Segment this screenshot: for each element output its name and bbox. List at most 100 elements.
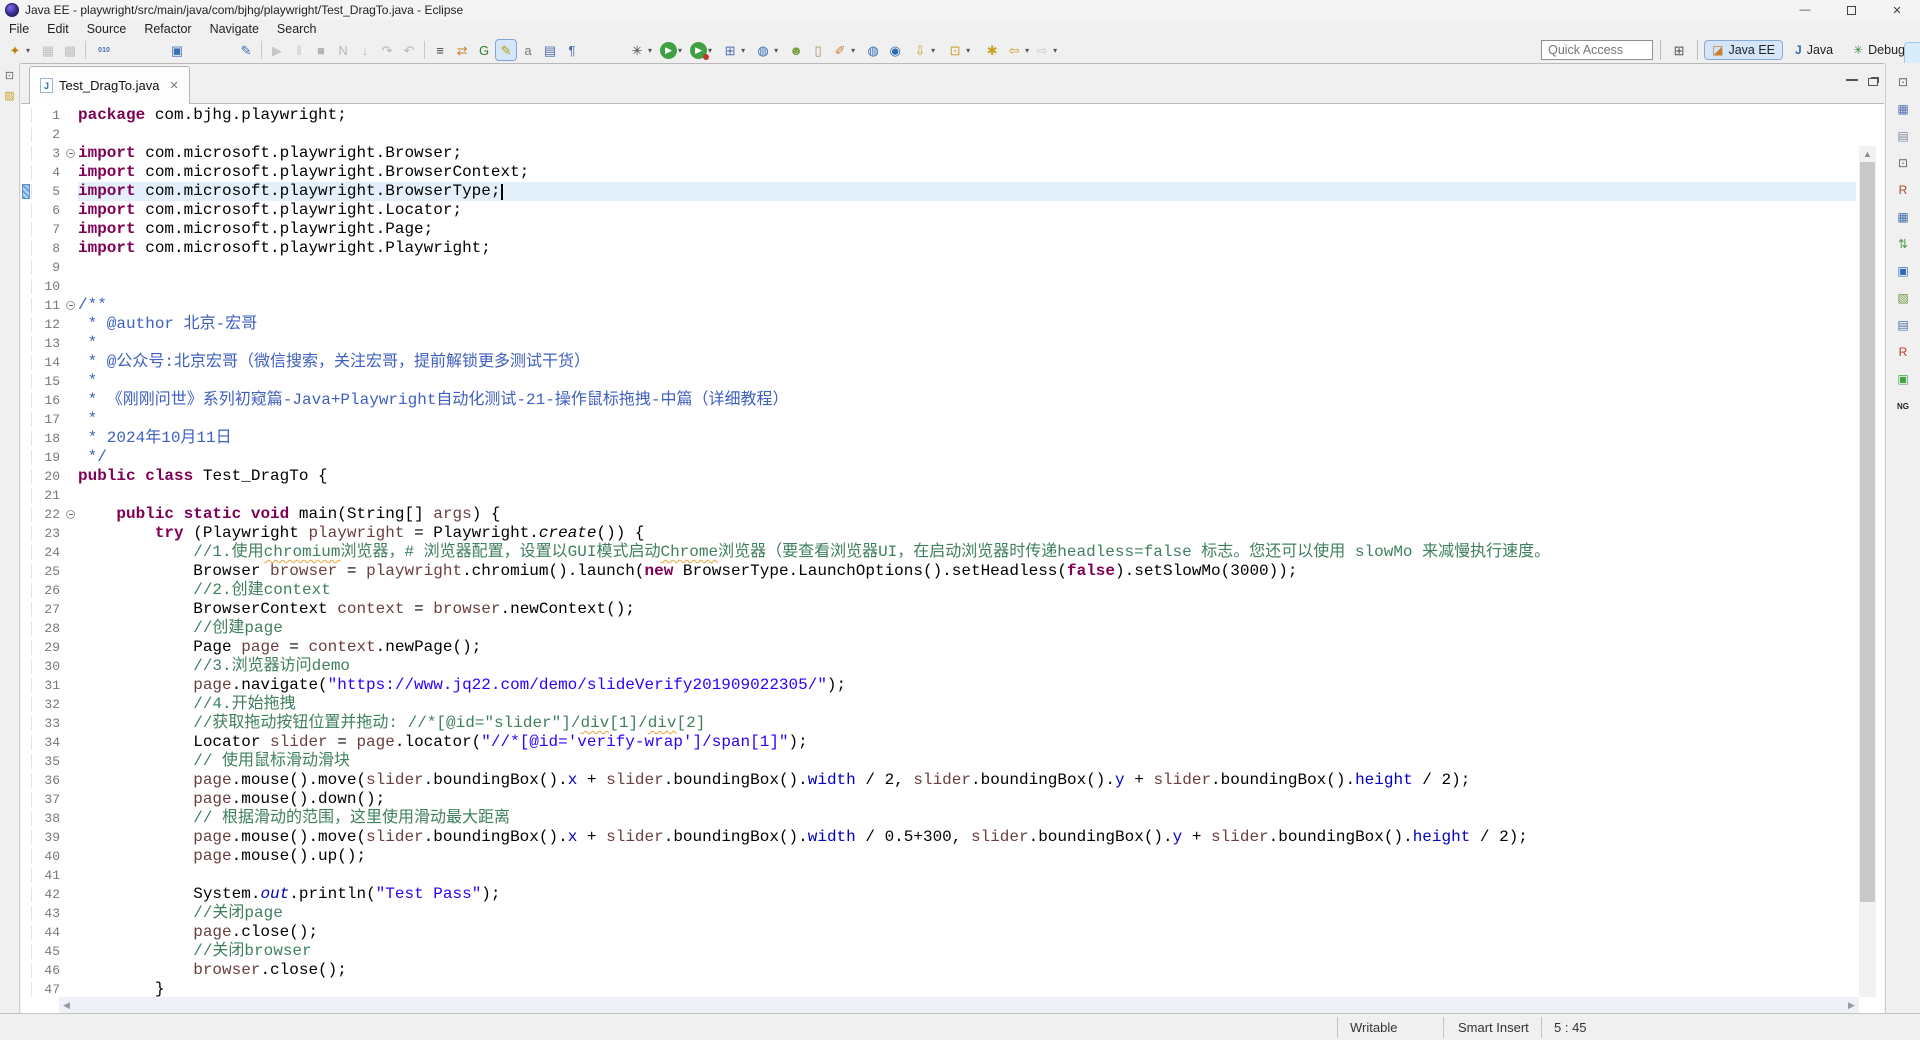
code-line-38[interactable]: 38 // 根据滑动的范围，这里使用滑动最大距离 [21,809,1856,828]
code-text[interactable]: page.mouse().move(slider.boundingBox().x… [78,771,1856,790]
code-line-29[interactable]: 29 Page page = context.newPage(); [21,638,1856,657]
code-text[interactable]: import com.microsoft.playwright.BrowserT… [78,182,1856,201]
code-line-22[interactable]: 22 public static void main(String[] args… [21,505,1856,524]
external-tools-button[interactable]: ✳ [627,40,647,60]
line-number[interactable]: 46 [31,963,63,978]
new-wizard-button[interactable]: ✦ [5,40,25,60]
code-line-1[interactable]: 1package com.bjhg.playwright; [21,106,1856,125]
line-number[interactable]: 32 [31,697,63,712]
menu-navigate[interactable]: Navigate [201,21,268,37]
resume-button[interactable]: ▶ [267,40,287,60]
web-browser-button[interactable]: ◍ [863,40,883,60]
line-number[interactable]: 4 [31,165,63,180]
back-button-dropdown-icon[interactable]: ▾ [1025,46,1029,55]
code-line-15[interactable]: 15 * [21,372,1856,391]
line-number[interactable]: 21 [31,488,63,503]
code-text[interactable]: /** [78,296,1856,315]
code-line-6[interactable]: 6import com.microsoft.playwright.Locator… [21,201,1856,220]
line-number[interactable]: 16 [31,393,63,408]
menu-refactor[interactable]: Refactor [135,21,200,37]
line-number[interactable]: 30 [31,659,63,674]
code-line-4[interactable]: 4import com.microsoft.playwright.Browser… [21,163,1856,182]
save-button[interactable]: ▦ [38,40,58,60]
line-number[interactable]: 11 [31,298,63,313]
line-number[interactable]: 18 [31,431,63,446]
code-line-21[interactable]: 21 [21,486,1856,505]
code-line-13[interactable]: 13 * [21,334,1856,353]
scroll-left-icon[interactable]: ◀ [59,997,74,1013]
code-text[interactable]: // 使用鼠标滑动滑块 [78,752,1856,771]
close-button[interactable]: ✕ [1874,0,1920,20]
line-number[interactable]: 17 [31,412,63,427]
external-browser-button[interactable]: ◉ [885,40,905,60]
new-xml-file-button[interactable]: 010 [94,40,114,60]
line-number[interactable]: 27 [31,602,63,617]
collapse-icon[interactable] [66,301,75,310]
code-line-31[interactable]: 31 page.navigate("https://www.jq22.com/d… [21,676,1856,695]
last-edit-location-button[interactable]: ✱ [982,40,1002,60]
code-line-2[interactable]: 2 [21,125,1856,144]
skip-breakpoints-button[interactable]: ✎ [236,40,256,60]
perspective-debug[interactable]: ✳Debug [1846,41,1912,59]
project-explorer-icon[interactable]: ▨ [2,87,18,103]
open-perspective-button[interactable]: ⊞ [1669,40,1689,60]
code-text[interactable]: import com.microsoft.playwright.Playwrig… [78,239,1856,258]
perspective-java-ee[interactable]: ◪Java EE [1705,41,1782,59]
collapse-icon[interactable] [66,510,75,519]
code-text[interactable]: try (Playwright playwright = Playwright.… [78,524,1856,543]
line-number[interactable]: 9 [31,260,63,275]
line-number[interactable]: 39 [31,830,63,845]
line-number[interactable]: 10 [31,279,63,294]
code-line-42[interactable]: 42 System.out.println("Test Pass"); [21,885,1856,904]
code-text[interactable]: * @author 北京-宏哥 [78,315,1856,334]
code-text[interactable]: //3.浏览器访问demo [78,657,1856,676]
team-users-button[interactable]: ☻ [786,40,806,60]
line-number[interactable]: 28 [31,621,63,636]
code-line-16[interactable]: 16 * 《刚刚问世》系列初窥篇-Java+Playwright自动化测试-21… [21,391,1856,410]
task-list-view-icon[interactable]: ▤ [1895,128,1911,144]
line-number[interactable]: 38 [31,811,63,826]
line-number[interactable]: 12 [31,317,63,332]
line-number[interactable]: 34 [31,735,63,750]
code-line-9[interactable]: 9 [21,258,1856,277]
quick-access-input[interactable] [1541,40,1653,60]
new-wizard-button-dropdown-icon[interactable]: ▾ [26,46,30,55]
code-text[interactable]: //创建page [78,619,1856,638]
code-text[interactable]: package com.bjhg.playwright; [78,106,1856,125]
line-number[interactable]: 29 [31,640,63,655]
scroll-right-icon[interactable]: ▶ [1844,997,1859,1013]
import-trace-button-dropdown-icon[interactable]: ▾ [931,46,935,55]
code-text[interactable]: page.mouse().down(); [78,790,1856,809]
code-line-7[interactable]: 7import com.microsoft.playwright.Page; [21,220,1856,239]
line-number[interactable]: 14 [31,355,63,370]
line-number[interactable]: 26 [31,583,63,598]
clipboard-button[interactable]: ▯ [808,40,828,60]
menu-edit[interactable]: Edit [38,21,78,37]
line-number[interactable]: 43 [31,906,63,921]
forward-button[interactable]: ⇨ [1032,40,1052,60]
code-line-11[interactable]: 11 /** [21,296,1856,315]
code-text[interactable]: page.close(); [78,923,1856,942]
code-text[interactable] [78,258,1856,277]
code-text[interactable]: browser.close(); [78,961,1856,980]
code-line-25[interactable]: 25 Browser browser = playwright.chromium… [21,562,1856,581]
code-text[interactable]: */ [78,448,1856,467]
filters-view-icon[interactable]: ⇅ [1895,236,1911,252]
code-text[interactable]: // 根据滑动的范围，这里使用滑动最大距离 [78,809,1856,828]
code-text[interactable] [78,486,1856,505]
code-text[interactable]: public class Test_DragTo { [78,467,1856,486]
code-line-10[interactable]: 10 [21,277,1856,296]
line-number[interactable]: 37 [31,792,63,807]
code-text[interactable]: page.navigate("https://www.jq22.com/demo… [78,676,1856,695]
line-number[interactable]: 45 [31,944,63,959]
link-with-editor-button[interactable]: ⇄ [452,40,472,60]
new-web-service-button[interactable]: ◍ [753,40,773,60]
show-line-numbers-button[interactable]: ▤ [540,40,560,60]
code-line-12[interactable]: 12 * @author 北京-宏哥 [21,315,1856,334]
problems-view-icon[interactable]: R [1895,344,1911,360]
console-view-icon[interactable]: ▣ [1895,263,1911,279]
line-number[interactable]: 2 [31,127,63,142]
code-line-23[interactable]: 23 try (Playwright playwright = Playwrig… [21,524,1856,543]
line-number[interactable]: 3 [31,146,63,161]
maximize-button[interactable] [1828,0,1874,20]
